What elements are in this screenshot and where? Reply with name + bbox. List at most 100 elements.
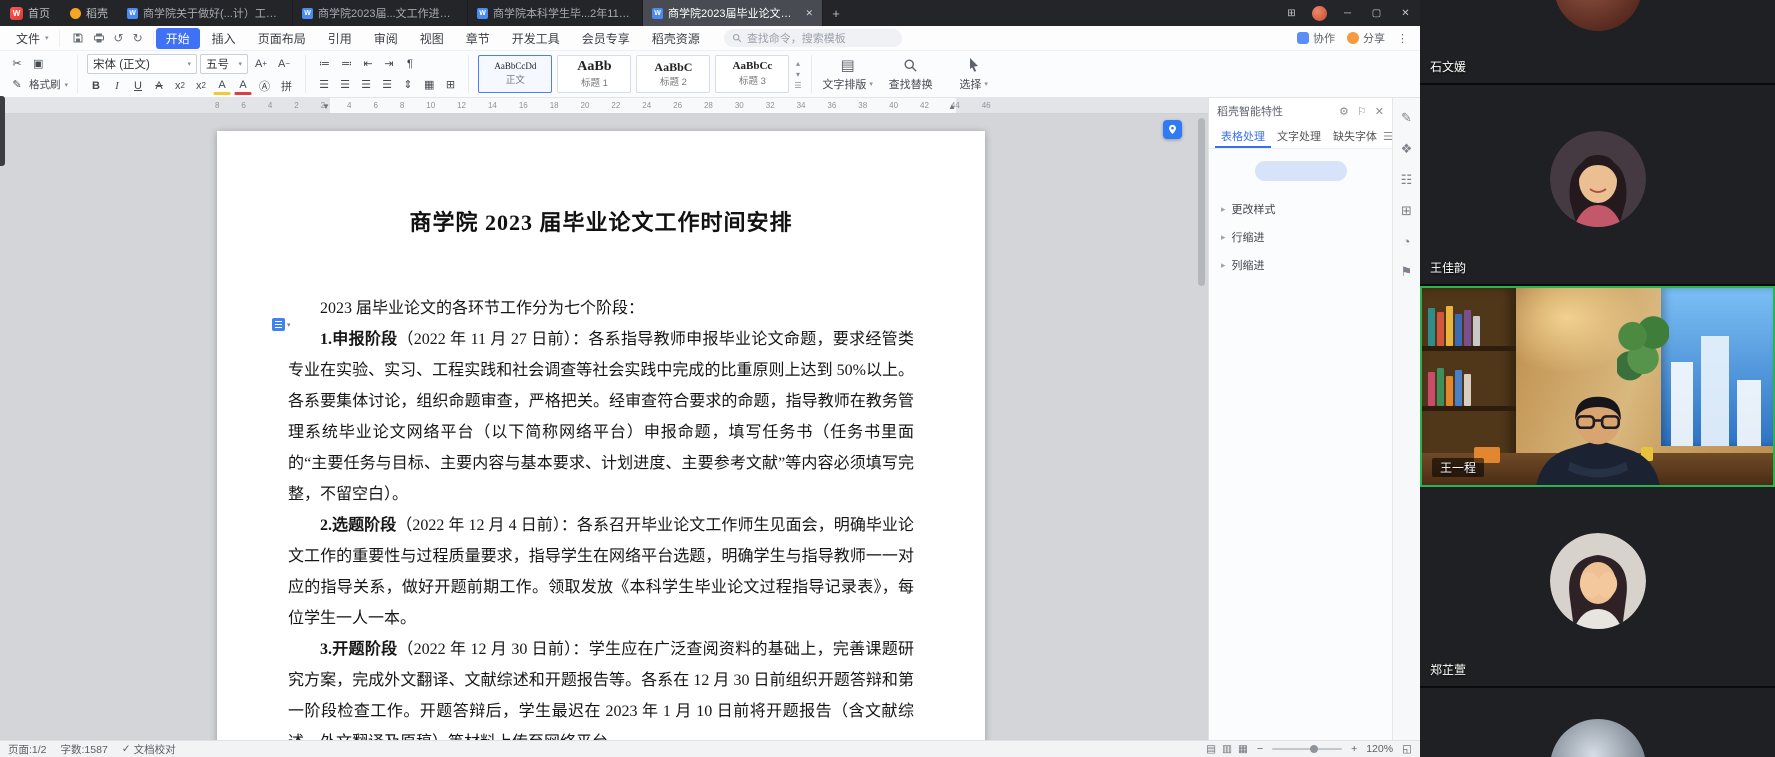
panel-tab-text[interactable]: 文字处理	[1271, 124, 1327, 148]
show-marks-button[interactable]: ¶	[401, 55, 419, 73]
subscript-button[interactable]: x2	[192, 77, 210, 95]
participant-tile-4[interactable]: 郑芷萱	[1420, 487, 1775, 688]
document-page[interactable]: 商学院 2023 届毕业论文工作时间安排 2023 届毕业论文的各环节工作分为七…	[217, 131, 985, 740]
document-tab-1[interactable]: W 商学院关于做好(...计）工作的通知	[118, 0, 293, 26]
cut-icon[interactable]: ✂	[8, 55, 26, 73]
participant-tile-5[interactable]	[1420, 688, 1775, 757]
collaborate-button[interactable]: 协作	[1297, 30, 1335, 46]
find-replace-button[interactable]: 查找替换	[884, 56, 938, 92]
maximize-button[interactable]: ▢	[1362, 0, 1391, 26]
pen-icon[interactable]: ✎	[1401, 110, 1412, 126]
font-name-select[interactable]: 宋体 (正文) ▾	[87, 54, 197, 74]
menu-tab-section[interactable]: 章节	[456, 28, 500, 49]
shapes-icon[interactable]: ❖	[1401, 141, 1413, 157]
shading-button[interactable]: ▦	[420, 76, 438, 94]
location-pin-button[interactable]	[1163, 120, 1182, 139]
menu-tab-view[interactable]: 视图	[410, 28, 454, 49]
history-icon[interactable]: ◔	[1403, 234, 1411, 249]
menu-tab-developer[interactable]: 开发工具	[502, 28, 570, 49]
undo-icon[interactable]: ↺	[114, 31, 124, 45]
panel-item-row-indent[interactable]: ▸ 行缩进	[1209, 223, 1392, 251]
layout-switch-icon[interactable]: ⊞	[1277, 0, 1306, 26]
participant-tile-2[interactable]: 王佳韵	[1420, 85, 1775, 286]
bookmark-icon[interactable]: ⚑	[1401, 264, 1413, 280]
menu-tab-references[interactable]: 引用	[318, 28, 362, 49]
docer-tab[interactable]: 稻壳	[60, 0, 118, 26]
home-tab[interactable]: W 首页	[0, 0, 60, 26]
vertical-scrollbar[interactable]	[1198, 118, 1205, 286]
font-size-select[interactable]: 五号 ▾	[200, 54, 248, 74]
layers-icon[interactable]: ☷	[1401, 172, 1413, 188]
align-center-button[interactable]: ☰	[336, 76, 354, 94]
more-options-icon[interactable]: ⋮	[1397, 32, 1408, 45]
word-count[interactable]: 字数:1587	[61, 742, 108, 757]
borders-button[interactable]: ⊞	[441, 76, 459, 94]
font-color-button[interactable]: A	[234, 77, 252, 95]
increase-indent-button[interactable]: ⇥	[380, 55, 398, 73]
italic-button[interactable]: I	[108, 77, 126, 95]
document-tab-3[interactable]: W 商学院本科学生毕...2年11月修订）	[468, 0, 643, 26]
zoom-level[interactable]: 120%	[1366, 743, 1393, 755]
redo-icon[interactable]: ↻	[133, 31, 143, 45]
menu-tab-insert[interactable]: 插入	[202, 28, 246, 49]
style-heading-1[interactable]: AaBb 标题 1	[557, 55, 631, 93]
style-heading-2[interactable]: AaBbC 标题 2	[636, 55, 710, 93]
proofing-status[interactable]: ✓ 文档校对	[122, 742, 176, 757]
minimize-button[interactable]: ─	[1333, 0, 1362, 26]
command-search-box[interactable]: 查找命令，搜索模板	[724, 29, 902, 47]
panel-settings-icon[interactable]: ⚙	[1339, 105, 1349, 118]
panel-action-pill[interactable]	[1255, 161, 1347, 181]
align-right-button[interactable]: ☰	[357, 76, 375, 94]
zoom-in-icon[interactable]: +	[1351, 743, 1357, 755]
zoom-slider-thumb[interactable]	[1310, 745, 1318, 753]
highlight-color-button[interactable]: A	[213, 77, 231, 95]
gallery-more-icon[interactable]: ☰	[794, 81, 801, 90]
page-indicator[interactable]: 页面:1/2	[8, 742, 47, 757]
menu-tab-docer-resources[interactable]: 稻壳资源	[642, 28, 710, 49]
apps-icon[interactable]: ⊞	[1401, 203, 1412, 219]
indent-marker-right[interactable]: ▲	[948, 102, 956, 111]
save-icon[interactable]	[72, 32, 84, 44]
zoom-out-icon[interactable]: −	[1257, 743, 1263, 755]
decrease-font-icon[interactable]: A−	[274, 55, 294, 73]
menu-tab-page-layout[interactable]: 页面布局	[248, 28, 316, 49]
print-icon[interactable]	[93, 32, 105, 44]
decrease-indent-button[interactable]: ⇤	[359, 55, 377, 73]
outline-view-icon[interactable]: ▦	[1238, 743, 1248, 755]
numbered-list-button[interactable]: ≕	[337, 55, 356, 73]
participant-tile-3-speaking[interactable]: 王一程	[1420, 286, 1775, 487]
gallery-down-icon[interactable]: ▾	[796, 70, 800, 79]
margin-comment-marker[interactable]: ▾	[272, 318, 291, 331]
increase-font-icon[interactable]: A+	[251, 55, 271, 73]
style-normal[interactable]: AaBbCcDd 正文	[478, 55, 552, 93]
indent-marker-left[interactable]: ▼	[322, 102, 330, 111]
underline-button[interactable]: U	[129, 77, 147, 95]
text-tools-button[interactable]: ▤ 文字排版▾	[821, 56, 875, 92]
zoom-slider[interactable]	[1272, 748, 1342, 750]
panel-item-change-style[interactable]: ▸ 更改样式	[1209, 195, 1392, 223]
close-button[interactable]: ✕	[1391, 0, 1420, 26]
participant-tile-1[interactable]: 石文媛	[1420, 0, 1775, 85]
bullet-list-button[interactable]: ≔	[315, 55, 334, 73]
panel-close-icon[interactable]: ✕	[1375, 105, 1384, 118]
superscript-button[interactable]: x2	[171, 77, 189, 95]
tab-close-icon[interactable]: ✕	[805, 8, 813, 19]
align-left-button[interactable]: ☰	[315, 76, 333, 94]
line-spacing-button[interactable]: ⇕	[399, 76, 417, 94]
panel-item-column-indent[interactable]: ▸ 列缩进	[1209, 251, 1392, 279]
enclose-character-button[interactable]: Ⓐ	[255, 77, 274, 95]
panel-tab-table[interactable]: 表格处理	[1215, 124, 1271, 148]
fullscreen-icon[interactable]: ◱	[1402, 743, 1412, 755]
menu-tab-home[interactable]: 开始	[156, 28, 200, 49]
copy-icon[interactable]: ▣	[29, 55, 47, 73]
format-painter-icon[interactable]: ✎	[8, 76, 26, 94]
justify-button[interactable]: ☰	[378, 76, 396, 94]
document-tab-4-active[interactable]: W 商学院2023届毕业论文工作时间安排 ✕	[643, 0, 823, 26]
select-button[interactable]: 选择▾	[947, 56, 1001, 92]
strikethrough-button[interactable]: A	[150, 77, 168, 95]
bold-button[interactable]: B	[87, 77, 105, 95]
print-layout-view-icon[interactable]: ▤	[1206, 743, 1216, 755]
menu-tab-member[interactable]: 会员专享	[572, 28, 640, 49]
gallery-up-icon[interactable]: ▴	[796, 59, 800, 68]
share-button[interactable]: 分享	[1347, 30, 1385, 46]
